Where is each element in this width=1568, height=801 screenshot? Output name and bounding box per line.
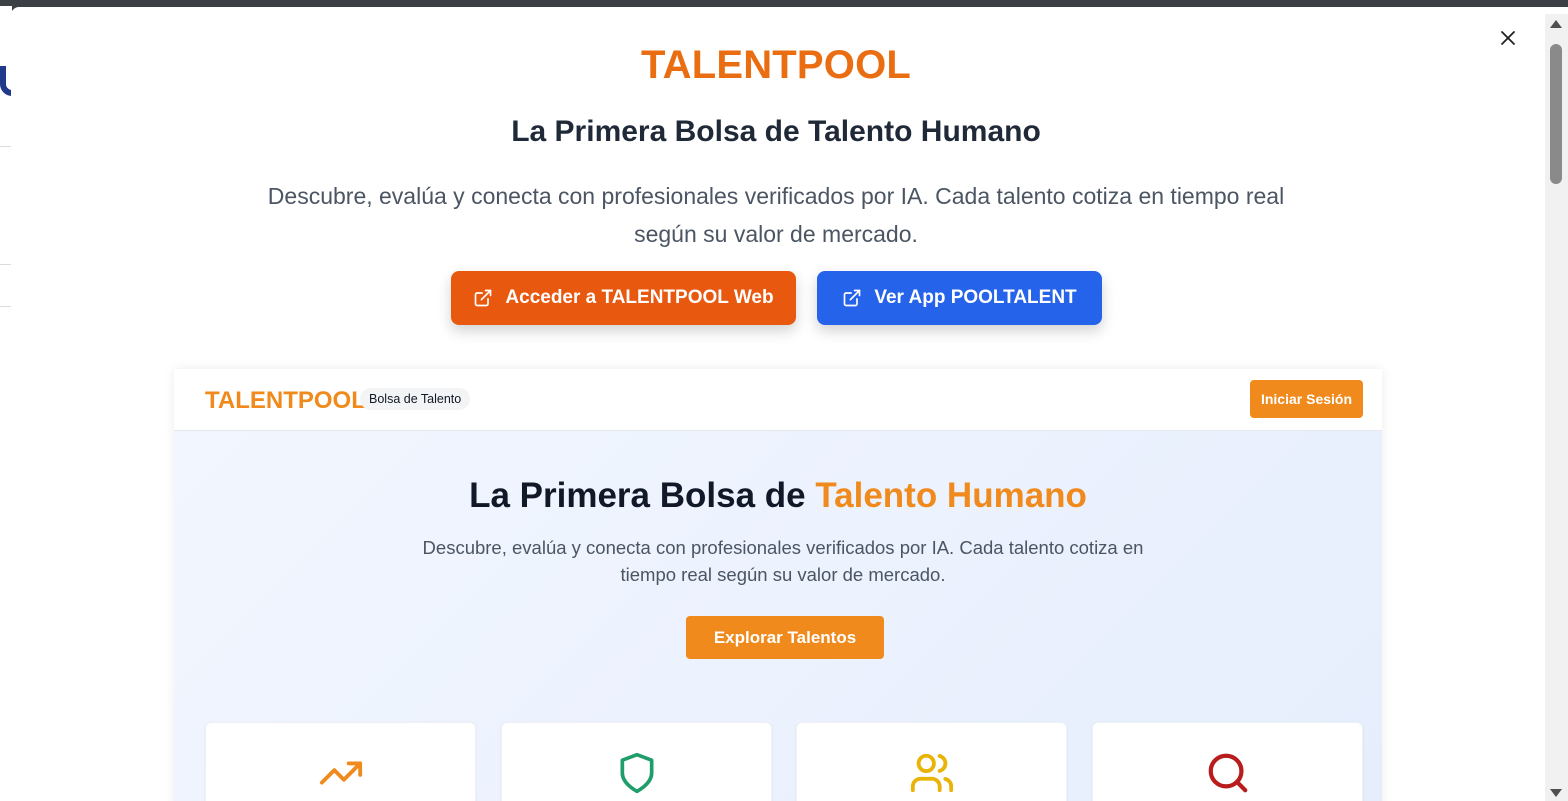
view-app-button-label: Ver App POOLTALENT (874, 287, 1077, 308)
preview-hero: La Primera Bolsa de Talento Humano Descu… (174, 431, 1382, 801)
users-icon (910, 753, 954, 793)
view-app-button[interactable]: Ver App POOLTALENT (817, 271, 1102, 325)
scroll-up-arrow-icon[interactable] (1550, 20, 1562, 28)
site-preview: TALENTPOOL Bolsa de Talento Iniciar Sesi… (174, 369, 1382, 801)
feature-card-trending[interactable] (205, 722, 476, 801)
talentpool-modal: TALENTPOOL La Primera Bolsa de Talento H… (11, 7, 1568, 801)
external-link-icon (475, 289, 492, 307)
trending-up-icon (319, 761, 363, 785)
search-icon (1208, 753, 1248, 793)
preview-login-button[interactable]: Iniciar Sesión (1250, 380, 1363, 418)
modal-brand-title: TALENTPOOL (640, 43, 912, 87)
preview-hero-title: La Primera Bolsa de Talento Humano (174, 476, 1382, 516)
shield-icon (620, 752, 654, 794)
feature-card-search[interactable] (1092, 722, 1363, 801)
scroll-down-arrow-icon[interactable] (1550, 789, 1562, 797)
preview-badge: Bolsa de Talento (360, 388, 471, 410)
modal-scrollbar[interactable] (1545, 14, 1568, 801)
preview-brand-logo: TALENTPOOL (205, 387, 366, 414)
access-web-button[interactable]: Acceder a TALENTPOOL Web (451, 271, 796, 325)
explore-talents-button[interactable]: Explorar Talentos (686, 616, 884, 659)
external-link-icon (843, 289, 861, 307)
preview-hero-title-prefix: La Primera Bolsa de (469, 476, 816, 515)
modal-headline: La Primera Bolsa de Talento Humano (511, 115, 1041, 148)
modal-description: Descubre, evalúa y conecta con profesion… (267, 183, 1285, 247)
preview-header: TALENTPOOL Bolsa de Talento Iniciar Sesi… (174, 369, 1382, 431)
feature-card-verified[interactable] (501, 722, 772, 801)
preview-hero-title-accent: Talento Humano (815, 476, 1087, 515)
feature-card-community[interactable] (796, 722, 1067, 801)
preview-hero-subtitle: Descubre, evalúa y conecta con profesion… (422, 537, 1144, 585)
scrollbar-thumb[interactable] (1550, 44, 1562, 184)
access-web-button-label: Acceder a TALENTPOOL Web (505, 287, 774, 308)
